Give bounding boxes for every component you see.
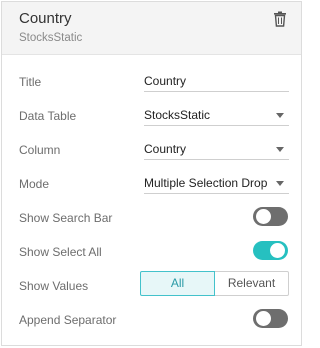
panel-header: Country StocksStatic <box>2 2 301 55</box>
show-select-all-label: Show Select All <box>19 245 102 259</box>
column-label: Column <box>19 143 61 157</box>
show-values-relevant-button[interactable]: Relevant <box>215 271 289 296</box>
row-data-table: Data Table StocksStatic <box>2 99 301 133</box>
mode-select[interactable]: Multiple Selection Drop <box>144 170 289 194</box>
mode-label: Mode <box>19 177 50 191</box>
data-table-select[interactable]: StocksStatic <box>144 102 289 126</box>
column-select[interactable]: Country <box>144 136 289 160</box>
row-show-search-bar: Show Search Bar <box>2 201 301 235</box>
chevron-down-icon <box>276 113 284 118</box>
row-show-select-all: Show Select All <box>2 235 301 269</box>
title-label: Title <box>19 75 42 89</box>
data-table-label: Data Table <box>19 109 77 123</box>
toggle-knob <box>256 209 271 224</box>
title-value: Country <box>144 74 187 88</box>
show-values-label: Show Values <box>19 279 89 293</box>
column-value: Country <box>144 142 187 156</box>
row-append-separator: Append Separator <box>2 303 301 337</box>
append-separator-label: Append Separator <box>19 313 117 327</box>
chevron-down-icon <box>276 181 284 186</box>
settings-panel: Country StocksStatic Title Country Data … <box>1 1 302 346</box>
append-separator-toggle[interactable] <box>253 309 288 328</box>
row-column: Column Country <box>2 133 301 167</box>
toggle-knob <box>270 243 285 258</box>
show-values-all-button[interactable]: All <box>140 271 215 296</box>
panel-subtitle: StocksStatic <box>19 32 83 44</box>
chevron-down-icon <box>276 147 284 152</box>
show-search-bar-toggle[interactable] <box>253 207 288 226</box>
show-search-bar-label: Show Search Bar <box>19 211 113 225</box>
show-select-all-toggle[interactable] <box>253 241 288 260</box>
row-title: Title Country <box>2 65 301 99</box>
row-show-values: Show Values All Relevant <box>2 269 301 303</box>
mode-value: Multiple Selection Drop <box>144 176 268 190</box>
toggle-knob <box>256 311 271 326</box>
title-input[interactable]: Country <box>144 68 289 92</box>
panel-title: Country <box>19 10 72 27</box>
show-values-segmented-control: All Relevant <box>140 271 289 296</box>
trash-icon[interactable] <box>273 11 287 27</box>
row-mode: Mode Multiple Selection Drop <box>2 167 301 201</box>
data-table-value: StocksStatic <box>144 108 211 122</box>
